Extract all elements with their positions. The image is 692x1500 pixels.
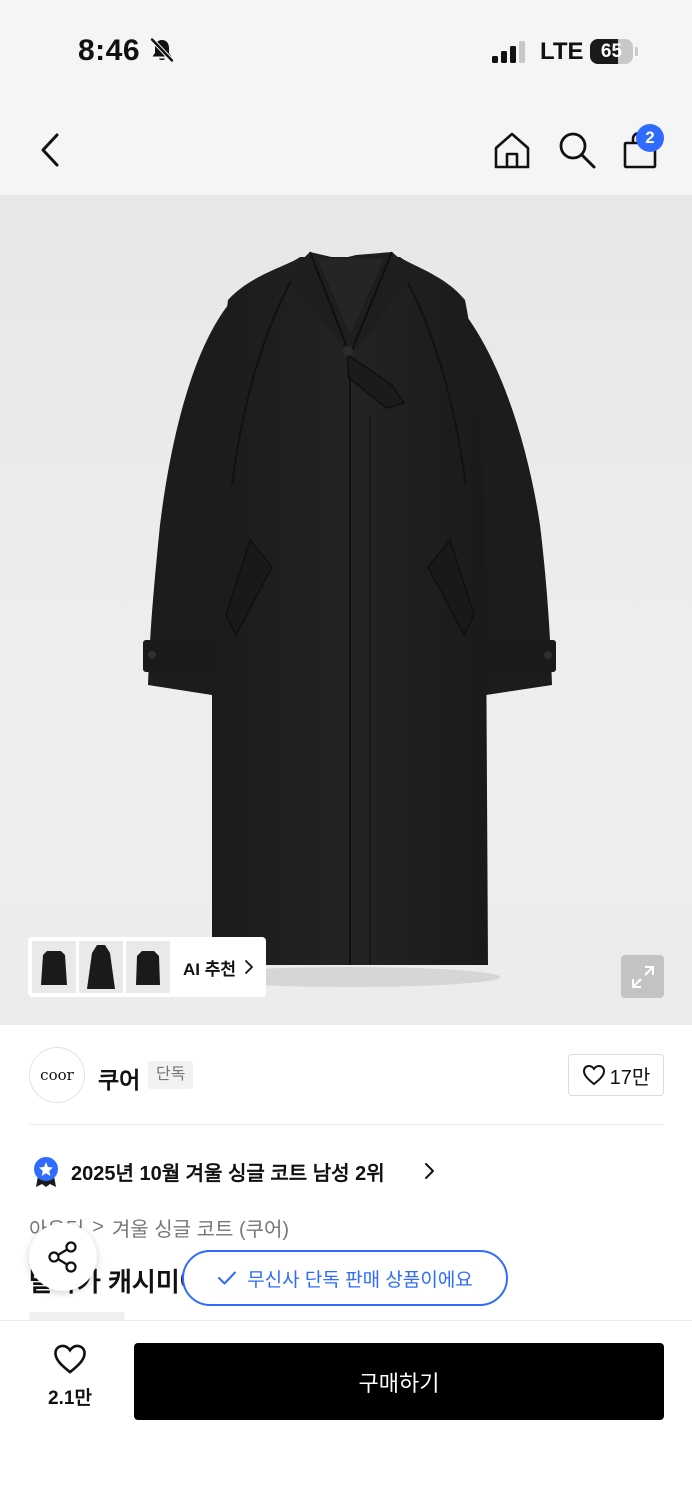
status-time: 8:46 (78, 34, 141, 67)
exclusive-toast: 무신사 단독 판매 상품이에요 (182, 1250, 508, 1306)
thumbnail-3[interactable] (126, 941, 170, 993)
share-button[interactable] (29, 1223, 97, 1291)
expand-icon (631, 965, 654, 988)
top-nav (0, 100, 692, 195)
exclusive-tag: 단독 (148, 1061, 194, 1089)
brand-name[interactable]: 쿠어 (98, 1061, 140, 1095)
back-button[interactable] (30, 128, 70, 172)
bell-slash-icon (150, 37, 174, 63)
cart-count-badge: 2 (636, 124, 664, 152)
divider (29, 1124, 664, 1125)
coat-image (143, 251, 556, 987)
search-icon (559, 132, 596, 169)
chevron-left-icon (41, 133, 59, 167)
ai-recommend-label: AI 추천 (183, 959, 237, 979)
brand-like-count: 17만 (609, 1066, 651, 1089)
brand-like-button[interactable]: 17만 (568, 1054, 664, 1096)
status-bar: 8:46 LTE 65 (0, 0, 692, 100)
ranking-badge-icon (34, 1157, 58, 1187)
chevron-right-icon (245, 960, 253, 974)
buy-button[interactable]: 구매하기 (134, 1343, 664, 1420)
battery-percent: 65 (600, 41, 623, 62)
home-icon (494, 132, 530, 169)
chevron-right-icon (425, 1163, 434, 1179)
share-icon (48, 1241, 77, 1273)
ranking-text[interactable]: 2025년 10월 겨울 싱글 코트 남성 2위 (71, 1157, 385, 1186)
heart-icon (582, 1064, 605, 1086)
check-icon (218, 1271, 237, 1285)
signal-icon (492, 41, 525, 63)
wishlist-button[interactable]: 2.1만 (30, 1343, 110, 1419)
product-image[interactable]: AI 추천 (0, 195, 692, 1025)
ai-recommend-card[interactable]: AI 추천 (28, 937, 266, 997)
breadcrumb-separator: > (92, 1216, 104, 1238)
thumbnail-1[interactable] (32, 941, 76, 993)
home-button[interactable] (490, 128, 534, 172)
bottom-bar: 2.1만 구매하기 (0, 1320, 692, 1500)
brand-logo[interactable]: coor (29, 1047, 85, 1103)
thumbnail-2[interactable] (79, 941, 123, 993)
search-button[interactable] (555, 128, 599, 172)
heart-icon (54, 1344, 86, 1374)
breadcrumb-item-brand-category[interactable]: 겨울 싱글 코트 (쿠어) (112, 1213, 289, 1242)
product-detail-page: 8:46 LTE 65 2 AI 추천 coor 쿠어 단독 17만 2025년… (0, 0, 692, 1500)
expand-image-button[interactable] (621, 955, 664, 998)
wishlist-count: 2.1만 (48, 1388, 92, 1409)
network-label: LTE (540, 38, 584, 65)
toast-text: 무신사 단독 판매 상품이에요 (247, 1269, 473, 1291)
battery-icon: 65 (590, 39, 638, 64)
